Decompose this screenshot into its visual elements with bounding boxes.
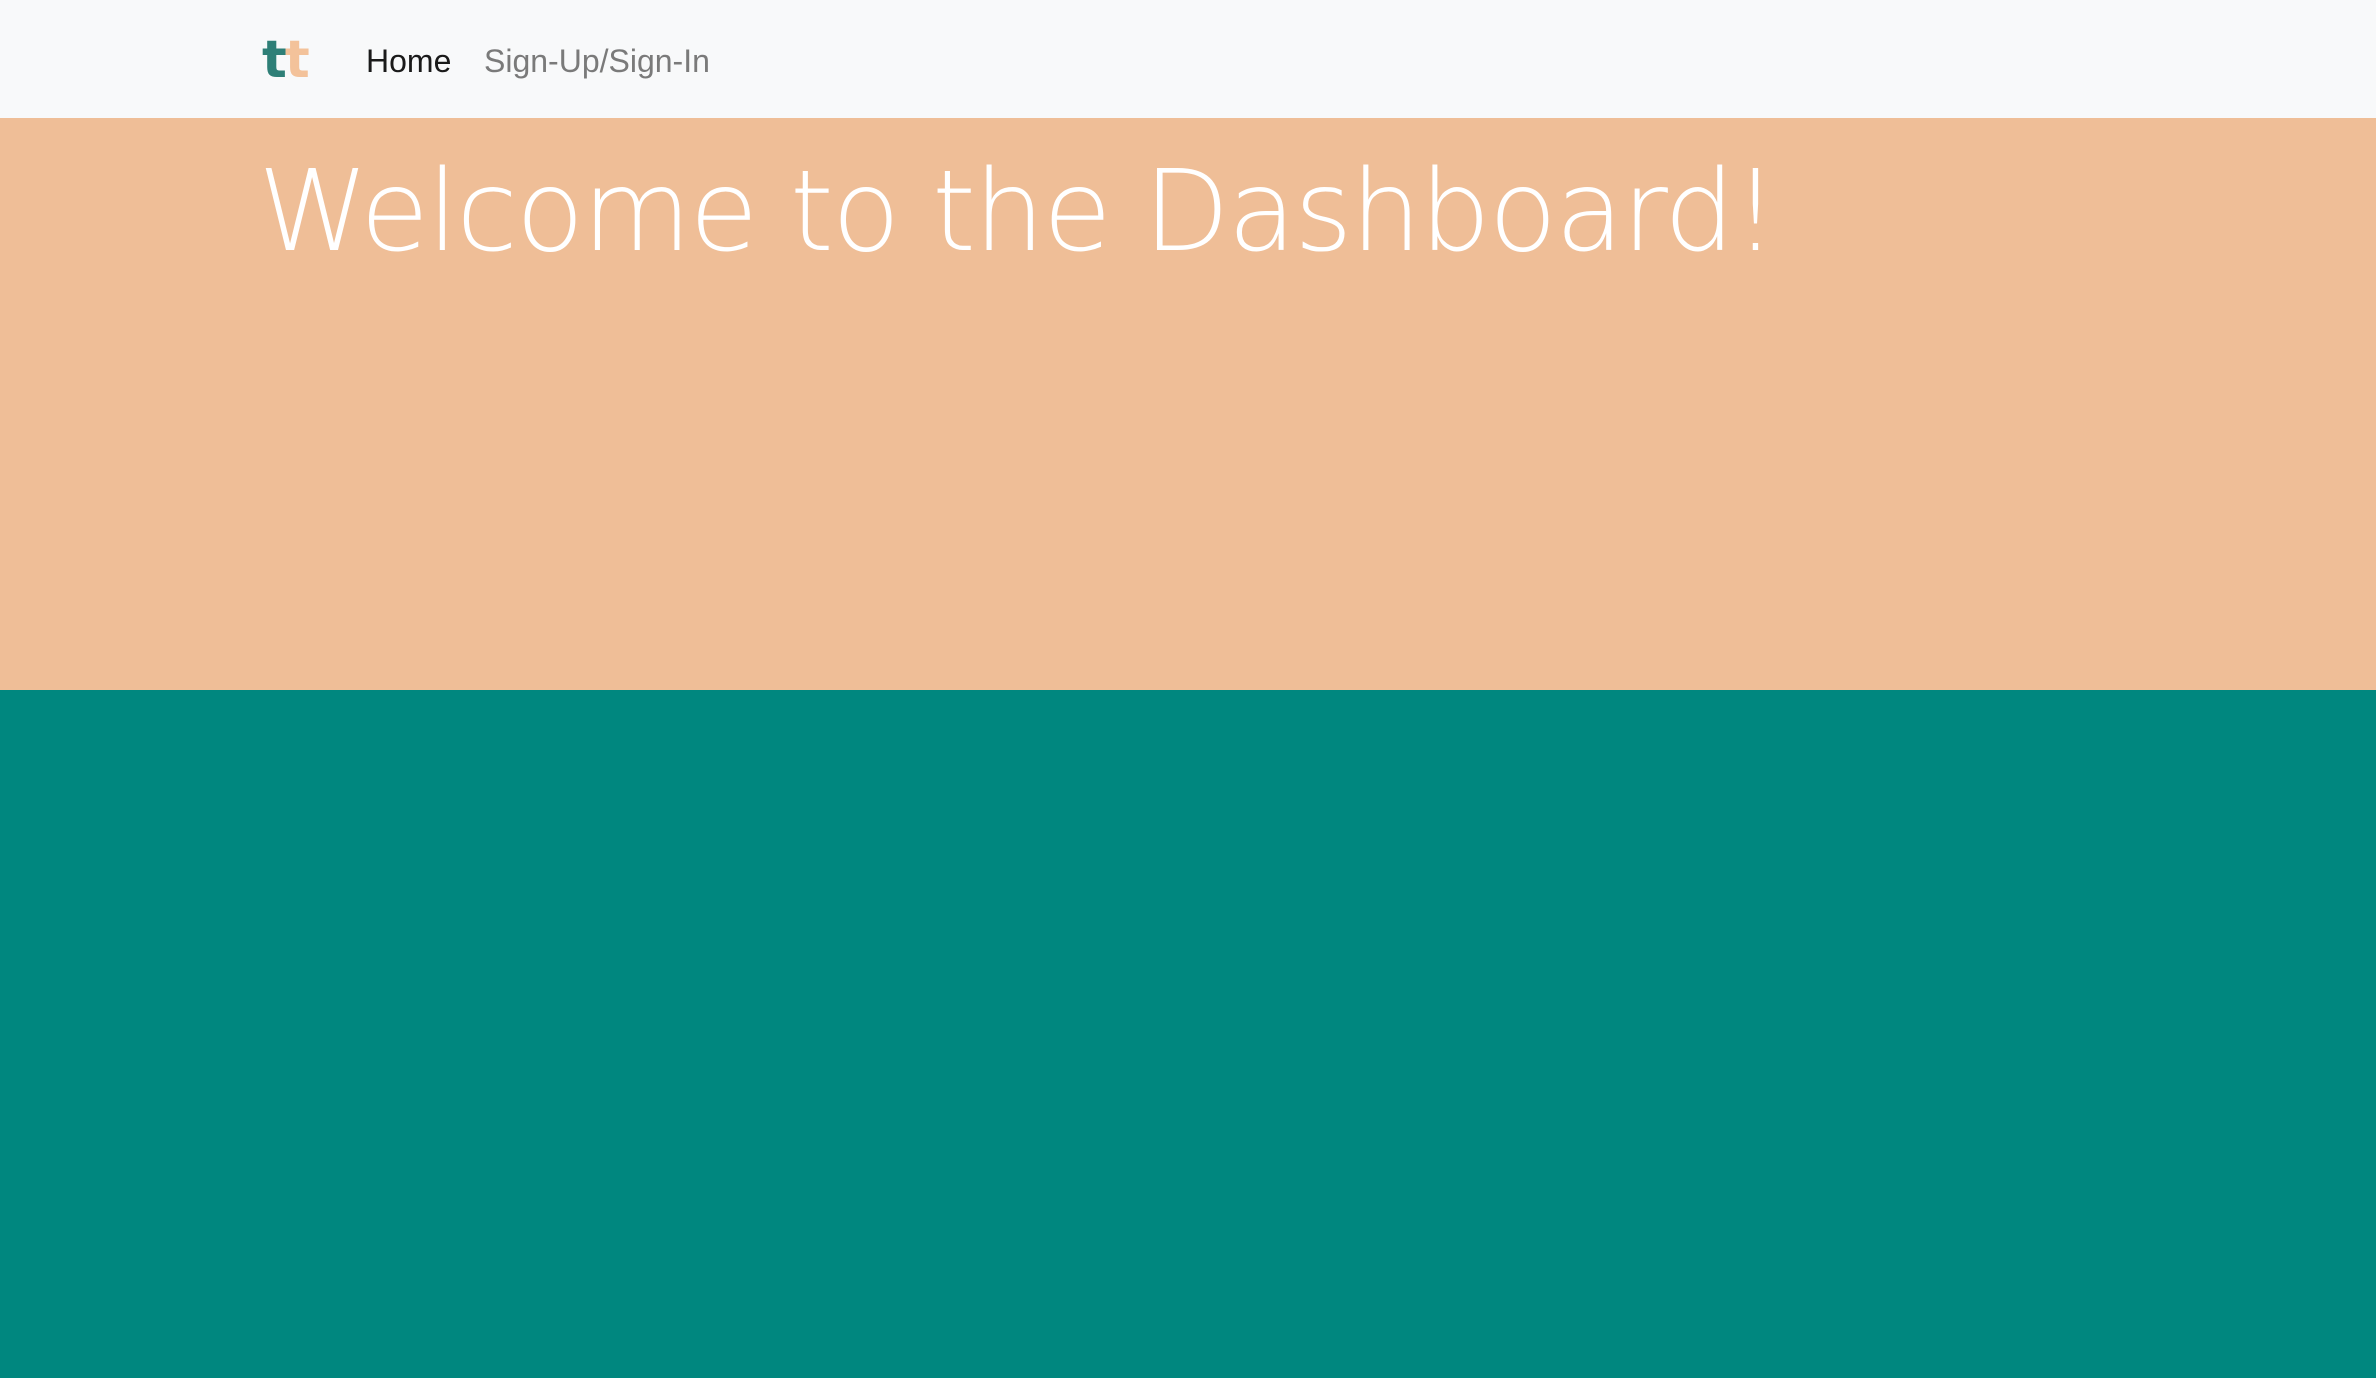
content-section [0, 690, 2376, 1378]
nav-link-sign-up-sign-in[interactable]: Sign-Up/Sign-In [484, 38, 710, 84]
brand-logo[interactable]: t t [262, 30, 310, 90]
nav-link-home[interactable]: Home [366, 38, 451, 84]
page-title: Welcome to the Dashboard! [258, 147, 1778, 277]
hero-banner: Welcome to the Dashboard! [0, 118, 2376, 690]
brand-logo-letter-2: t [284, 30, 310, 90]
top-navbar: t t Home Sign-Up/Sign-In [0, 0, 2376, 118]
brand-logo-letter-1: t [262, 30, 287, 90]
